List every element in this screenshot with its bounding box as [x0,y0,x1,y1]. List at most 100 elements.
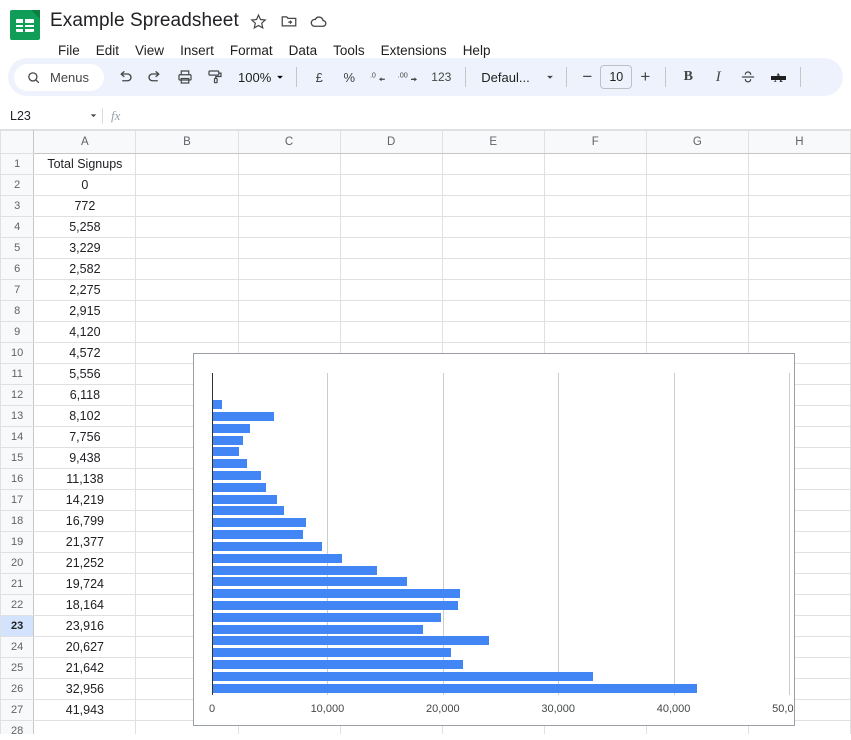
cell-E3[interactable] [441,195,545,217]
cell-A28[interactable] [33,720,137,734]
cell-A7[interactable]: 2,275 [33,279,137,301]
row-header-15[interactable]: 15 [0,447,35,469]
cell-F7[interactable] [543,279,647,301]
cell-A21[interactable]: 19,724 [33,573,137,595]
select-all-corner[interactable] [0,130,35,154]
cell-A13[interactable]: 8,102 [33,405,137,427]
cell-E7[interactable] [441,279,545,301]
row-header-22[interactable]: 22 [0,594,35,616]
percent-format-button[interactable]: % [334,62,364,92]
cell-F8[interactable] [543,300,647,322]
cell-B3[interactable] [135,195,239,217]
cell-D7[interactable] [339,279,443,301]
font-size-decrease-button[interactable]: − [574,64,600,90]
cell-G1[interactable] [645,153,749,175]
row-header-6[interactable]: 6 [0,258,35,280]
name-box[interactable]: L23 [0,102,100,129]
cell-C6[interactable] [237,258,341,280]
row-header-9[interactable]: 9 [0,321,35,343]
row-header-24[interactable]: 24 [0,636,35,658]
cell-H8[interactable] [747,300,851,322]
cell-A25[interactable]: 21,642 [33,657,137,679]
cell-E5[interactable] [441,237,545,259]
cell-D3[interactable] [339,195,443,217]
column-header-a[interactable]: A [33,130,137,154]
row-header-21[interactable]: 21 [0,573,35,595]
menu-file[interactable]: File [51,41,87,60]
font-size-input[interactable]: 10 [600,65,633,89]
cell-E4[interactable] [441,216,545,238]
cell-F1[interactable] [543,153,647,175]
cell-G9[interactable] [645,321,749,343]
cell-H4[interactable] [747,216,851,238]
cell-H2[interactable] [747,174,851,196]
cell-C2[interactable] [237,174,341,196]
cell-G8[interactable] [645,300,749,322]
row-header-26[interactable]: 26 [0,678,35,700]
cell-B2[interactable] [135,174,239,196]
cell-A27[interactable]: 41,943 [33,699,137,721]
cell-F6[interactable] [543,258,647,280]
cell-F3[interactable] [543,195,647,217]
cell-D4[interactable] [339,216,443,238]
row-header-3[interactable]: 3 [0,195,35,217]
row-header-23[interactable]: 23 [0,615,35,637]
paint-format-button[interactable] [200,62,230,92]
menu-view[interactable]: View [128,41,171,60]
menu-extensions[interactable]: Extensions [374,41,454,60]
cell-H5[interactable] [747,237,851,259]
cell-A16[interactable]: 11,138 [33,468,137,490]
cell-C4[interactable] [237,216,341,238]
cell-F4[interactable] [543,216,647,238]
cell-G2[interactable] [645,174,749,196]
column-header-d[interactable]: D [339,130,443,154]
cell-C5[interactable] [237,237,341,259]
cell-A17[interactable]: 14,219 [33,489,137,511]
cloud-saved-icon[interactable] [309,11,329,31]
number-format-button[interactable]: 123 [424,62,458,92]
cell-A23[interactable]: 23,916 [33,615,137,637]
document-title[interactable]: Example Spreadsheet [50,10,239,32]
zoom-control[interactable]: 100% [230,62,289,92]
bar-chart-object[interactable]: 0 10,000 20,000 30,000 40,000 50,000 [193,353,795,726]
bold-button[interactable]: B [673,62,703,92]
cell-B8[interactable] [135,300,239,322]
currency-format-button[interactable]: £ [304,62,334,92]
cell-D2[interactable] [339,174,443,196]
row-header-1[interactable]: 1 [0,153,35,175]
cell-G7[interactable] [645,279,749,301]
font-size-increase-button[interactable]: + [632,64,658,90]
row-header-2[interactable]: 2 [0,174,35,196]
cell-B4[interactable] [135,216,239,238]
menu-format[interactable]: Format [223,41,280,60]
row-header-18[interactable]: 18 [0,510,35,532]
cell-D8[interactable] [339,300,443,322]
row-header-28[interactable]: 28 [0,720,35,734]
print-button[interactable] [170,62,200,92]
row-header-17[interactable]: 17 [0,489,35,511]
column-header-c[interactable]: C [237,130,341,154]
cell-F2[interactable] [543,174,647,196]
increase-decimal-button[interactable]: .00 [394,62,424,92]
column-header-e[interactable]: E [441,130,545,154]
row-header-14[interactable]: 14 [0,426,35,448]
cell-H6[interactable] [747,258,851,280]
menu-tools[interactable]: Tools [326,41,372,60]
font-family-select[interactable]: Defaul... [473,62,559,92]
cell-B7[interactable] [135,279,239,301]
star-icon[interactable] [249,11,269,31]
cell-H3[interactable] [747,195,851,217]
cell-A11[interactable]: 5,556 [33,363,137,385]
cell-E1[interactable] [441,153,545,175]
cell-E8[interactable] [441,300,545,322]
italic-button[interactable]: I [703,62,733,92]
column-header-b[interactable]: B [135,130,239,154]
cell-C9[interactable] [237,321,341,343]
cell-H9[interactable] [747,321,851,343]
row-header-7[interactable]: 7 [0,279,35,301]
cell-A24[interactable]: 20,627 [33,636,137,658]
decrease-decimal-button[interactable]: .0 [364,62,394,92]
cell-B9[interactable] [135,321,239,343]
cell-G3[interactable] [645,195,749,217]
cell-A18[interactable]: 16,799 [33,510,137,532]
